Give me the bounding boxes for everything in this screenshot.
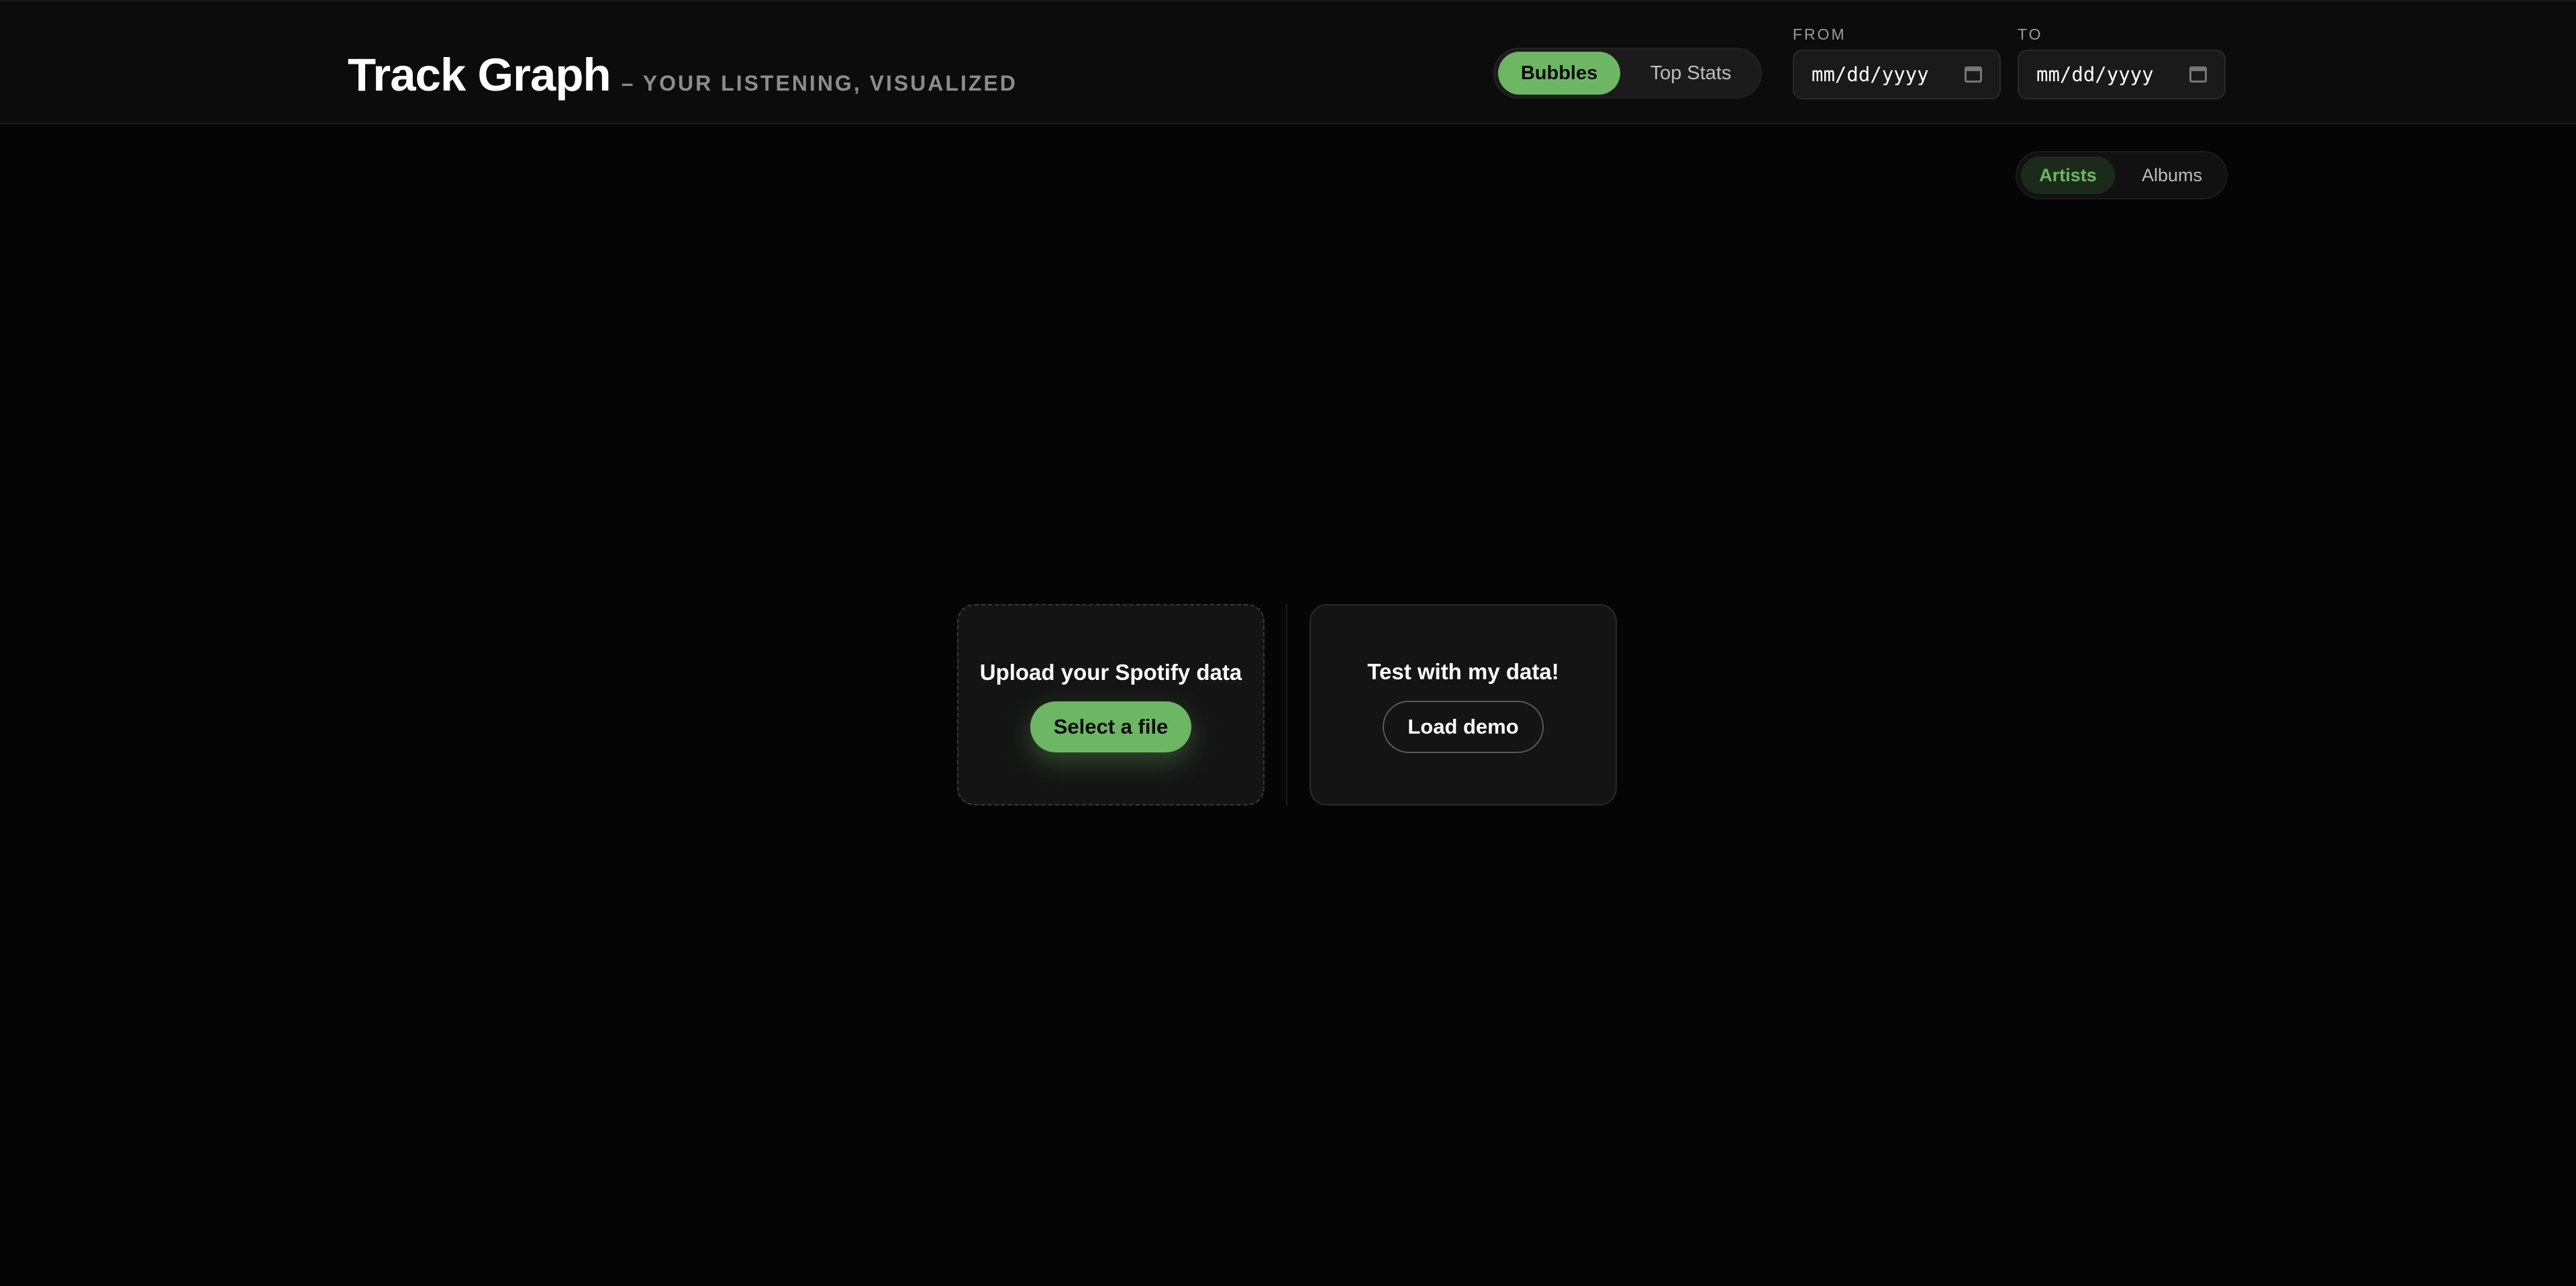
app-subtitle: – YOUR LISTENING, VISUALIZED	[621, 71, 1018, 95]
select-file-button[interactable]: Select a file	[1030, 701, 1191, 752]
from-date-value: mm/dd/yyyy	[1812, 63, 1929, 86]
from-date-input[interactable]: mm/dd/yyyy	[1793, 50, 2001, 99]
calendar-icon[interactable]	[1965, 66, 1982, 83]
to-date-label: TO	[2018, 26, 2043, 43]
to-date-value: mm/dd/yyyy	[2036, 63, 2154, 86]
demo-title: Test with my data!	[1367, 659, 1559, 684]
load-demo-button[interactable]: Load demo	[1383, 701, 1544, 753]
upload-card[interactable]: Upload your Spotify data Select a file	[957, 604, 1265, 805]
to-date-group: TO mm/dd/yyyy	[2018, 26, 2226, 99]
upload-title: Upload your Spotify data	[979, 660, 1242, 685]
app-header: Track Graph – YOUR LISTENING, VISUALIZED…	[0, 0, 2576, 124]
type-toggle: Artists Albums	[2016, 151, 2228, 199]
demo-card: Test with my data! Load demo	[1309, 604, 1617, 805]
from-date-group: FROM mm/dd/yyyy	[1793, 26, 2001, 99]
calendar-icon[interactable]	[2189, 66, 2207, 83]
type-albums-button[interactable]: Albums	[2122, 156, 2222, 194]
to-date-input[interactable]: mm/dd/yyyy	[2018, 50, 2226, 99]
from-date-label: FROM	[1793, 26, 1846, 43]
brand: Track Graph – YOUR LISTENING, VISUALIZED	[348, 48, 1018, 101]
app-title: Track Graph	[348, 49, 611, 101]
view-toggle: Bubbles Top Stats	[1493, 48, 1762, 99]
card-divider	[1286, 604, 1287, 805]
type-artists-button[interactable]: Artists	[2021, 156, 2115, 194]
view-top-stats-button[interactable]: Top Stats	[1624, 52, 1757, 95]
view-bubbles-button[interactable]: Bubbles	[1498, 52, 1621, 95]
